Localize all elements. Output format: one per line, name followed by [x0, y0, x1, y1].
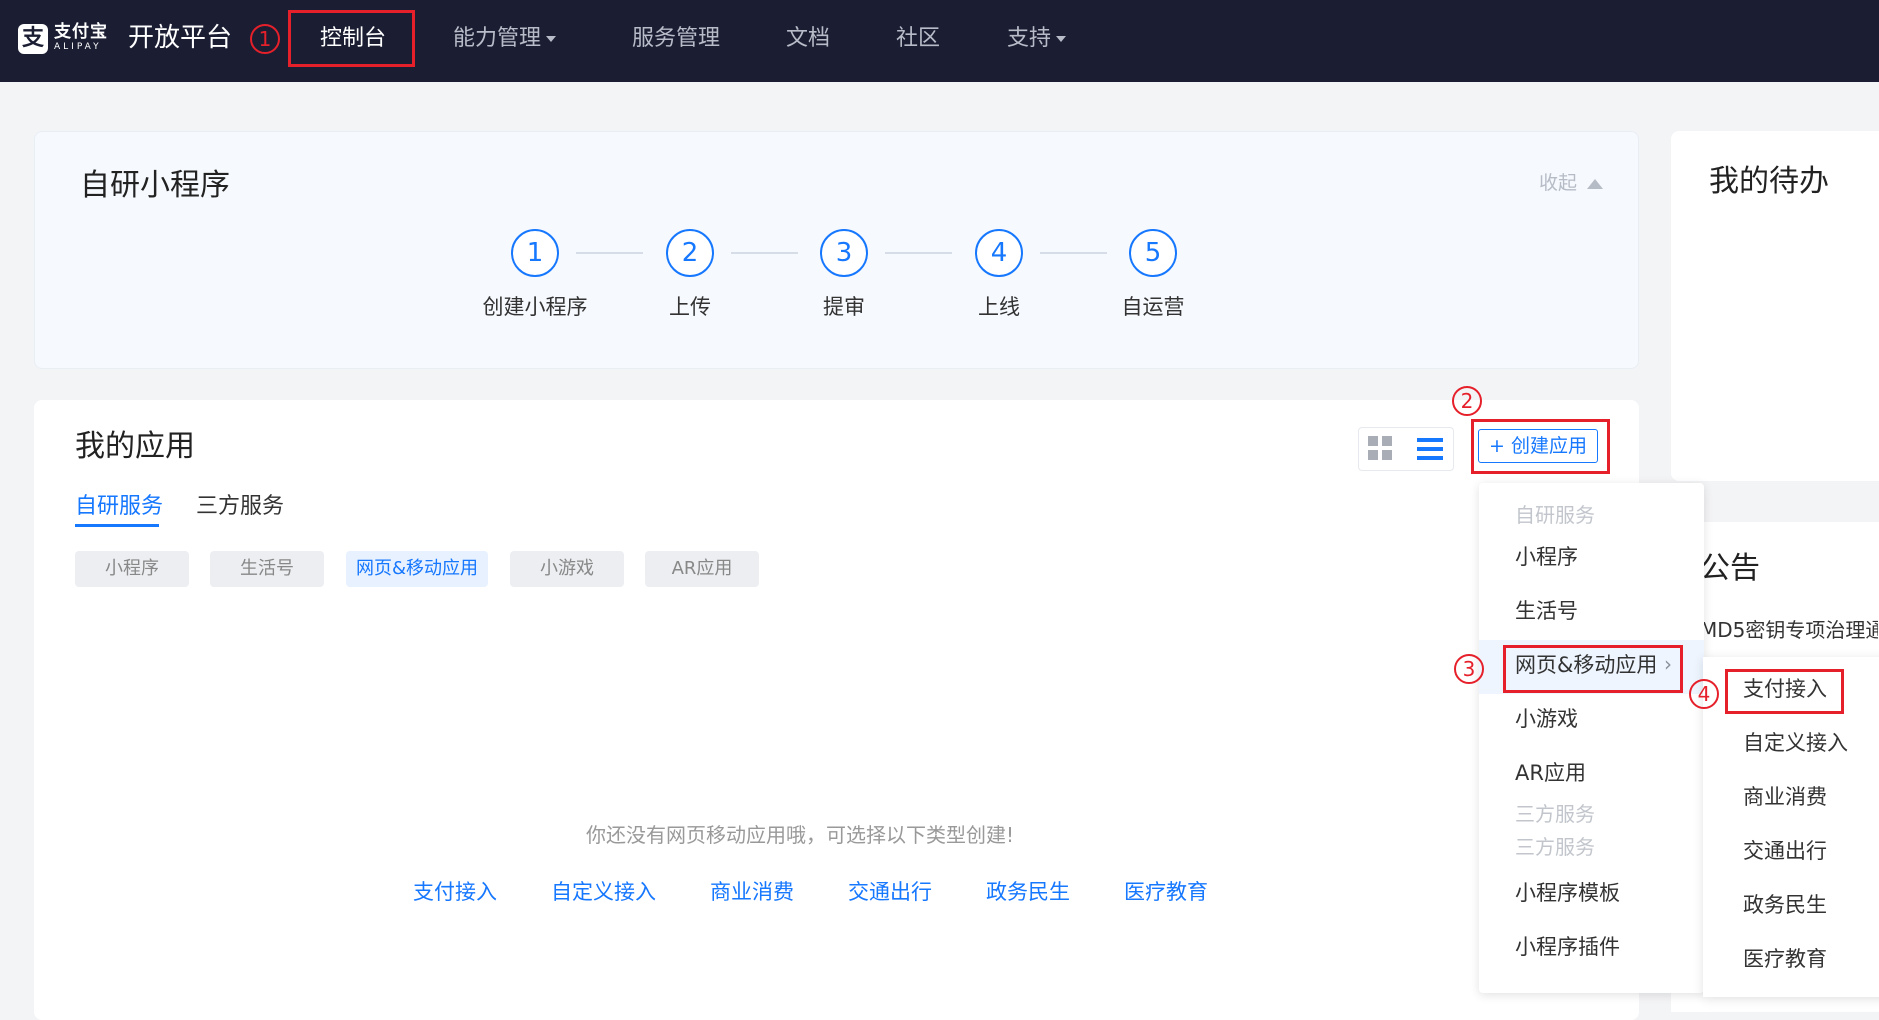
filter-lifestyle[interactable]: 生活号	[210, 551, 324, 587]
alipay-logo-icon[interactable]: 支	[18, 24, 48, 54]
annotation-2: 2	[1452, 386, 1482, 416]
chevron-up-icon	[1587, 178, 1604, 189]
link-medical-education[interactable]: 医疗教育	[1124, 878, 1208, 906]
link-government[interactable]: 政务民生	[986, 878, 1070, 906]
dropdown-group-third-b: 三方服务	[1515, 835, 1595, 859]
grid-view-svg	[1368, 436, 1392, 460]
step-4-label: 上线	[978, 295, 1020, 319]
link-payment-access[interactable]: 支付接入	[413, 878, 497, 906]
step-2-circle: 2	[666, 229, 714, 277]
chevron-down-icon	[1056, 36, 1067, 42]
nav-item-capability-label: 能力管理	[453, 26, 542, 51]
filter-web-mobile[interactable]: 网页&移动应用	[346, 551, 488, 587]
filter-miniprogram[interactable]: 小程序	[75, 551, 189, 587]
submenu-item-commerce[interactable]: 商业消费	[1743, 783, 1827, 811]
create-app-dropdown: 自研服务 小程序 生活号 网页&移动应用 › 小游戏 AR应用 三方服务 三方服…	[1479, 483, 1704, 993]
todo-title: 我的待办	[1709, 164, 1829, 199]
dropdown-group-third-a: 三方服务	[1515, 802, 1595, 826]
annotation-4: 4	[1689, 679, 1719, 709]
nav-item-console[interactable]: 控制台	[320, 24, 386, 54]
step-connector	[1040, 252, 1107, 254]
highlight-web-mobile	[1503, 645, 1683, 693]
dropdown-item-plugin[interactable]: 小程序插件	[1515, 933, 1620, 961]
submenu-item-transport[interactable]: 交通出行	[1743, 837, 1827, 865]
step-2-label: 上传	[669, 295, 711, 319]
nav-item-docs[interactable]: 文档	[786, 24, 830, 54]
link-custom-access[interactable]: 自定义接入	[551, 878, 656, 906]
tab-self-developed[interactable]: 自研服务	[75, 492, 163, 522]
nav-item-service[interactable]: 服务管理	[632, 24, 720, 54]
list-view-svg	[1417, 438, 1443, 460]
submenu-item-custom[interactable]: 自定义接入	[1743, 729, 1848, 757]
nav-item-support-label: 支持	[1007, 26, 1052, 51]
submenu-item-medical[interactable]: 医疗教育	[1743, 945, 1827, 973]
platform-title[interactable]: 开放平台	[128, 20, 232, 56]
link-transport[interactable]: 交通出行	[848, 878, 932, 906]
collapse-label: 收起	[1539, 172, 1578, 194]
dropdown-item-lifestyle[interactable]: 生活号	[1515, 597, 1578, 625]
tab-third-party[interactable]: 三方服务	[196, 492, 284, 522]
highlight-payment-access	[1725, 669, 1844, 714]
step-5-label: 自运营	[1121, 295, 1185, 319]
submenu-item-government[interactable]: 政务民生	[1743, 891, 1827, 919]
step-connector	[576, 252, 643, 254]
empty-state-text: 你还没有网页移动应用哦，可选择以下类型创建!	[585, 823, 1015, 847]
dropdown-item-template[interactable]: 小程序模板	[1515, 879, 1620, 907]
step-connector	[885, 252, 952, 254]
chevron-down-icon	[546, 36, 557, 42]
step-3-label: 提审	[823, 295, 865, 319]
step-1-label: 创建小程序	[482, 295, 588, 319]
create-app-button[interactable]: + 创建应用	[1478, 429, 1598, 463]
collapse-button[interactable]: 收起	[1539, 170, 1604, 196]
annotation-3: 3	[1454, 654, 1484, 684]
list-view-icon[interactable]	[1417, 437, 1443, 461]
annotation-1: 1	[250, 24, 280, 54]
step-connector	[731, 252, 798, 254]
active-tab-underline	[75, 524, 159, 527]
filter-ar-app[interactable]: AR应用	[645, 551, 759, 587]
brand-name: 支付宝	[54, 22, 108, 42]
dropdown-group-self: 自研服务	[1515, 503, 1595, 527]
dropdown-item-miniprogram[interactable]: 小程序	[1515, 543, 1578, 571]
nav-item-support[interactable]: 支持	[1007, 24, 1067, 54]
step-1-circle: 1	[511, 229, 559, 277]
step-5-circle: 5	[1129, 229, 1177, 277]
my-apps-title: 我的应用	[75, 429, 195, 464]
dropdown-item-minigame[interactable]: 小游戏	[1515, 705, 1578, 733]
step-4-circle: 4	[975, 229, 1023, 277]
grid-view-icon[interactable]	[1368, 436, 1392, 460]
brand-sub: ALIPAY	[54, 42, 102, 52]
link-commerce[interactable]: 商业消费	[710, 878, 794, 906]
nav-item-community[interactable]: 社区	[896, 24, 940, 54]
nav-item-capability[interactable]: 能力管理	[453, 24, 557, 54]
miniprogram-title: 自研小程序	[80, 168, 230, 203]
step-3-circle: 3	[820, 229, 868, 277]
dropdown-item-ar-app[interactable]: AR应用	[1515, 759, 1586, 787]
filter-minigame[interactable]: 小游戏	[510, 551, 624, 587]
notice-title: 公告	[1700, 551, 1760, 586]
notice-item[interactable]: MD5密钥专项治理通	[1700, 617, 1878, 643]
